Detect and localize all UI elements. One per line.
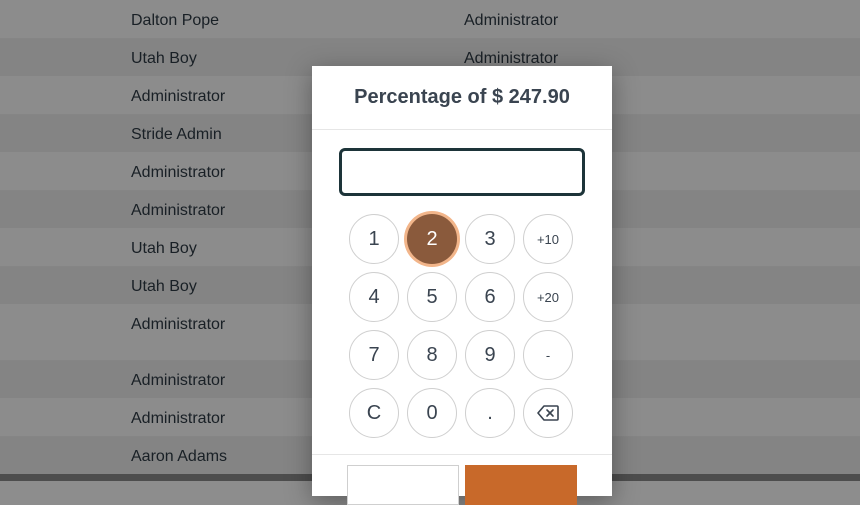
key-clear[interactable]: C (349, 388, 399, 438)
backspace-icon (537, 405, 559, 421)
dialog-title: Percentage of $ 247.90 (354, 86, 570, 108)
key-1[interactable]: 1 (349, 214, 399, 264)
key-minus[interactable]: - (523, 330, 573, 380)
key-decimal[interactable]: . (465, 388, 515, 438)
percentage-input[interactable] (339, 148, 585, 196)
confirm-button[interactable] (465, 465, 577, 505)
cancel-button[interactable] (347, 465, 459, 505)
key-8[interactable]: 8 (407, 330, 457, 380)
key-plus-10[interactable]: +10 (523, 214, 573, 264)
key-3[interactable]: 3 (465, 214, 515, 264)
footer-divider (312, 454, 612, 455)
key-0[interactable]: 0 (407, 388, 457, 438)
key-5[interactable]: 5 (407, 272, 457, 322)
percentage-dialog: Percentage of $ 247.90 1 2 3 +10 4 5 6 +… (312, 66, 612, 505)
key-4[interactable]: 4 (349, 272, 399, 322)
key-backspace[interactable] (523, 388, 573, 438)
key-7[interactable]: 7 (349, 330, 399, 380)
key-plus-20[interactable]: +20 (523, 272, 573, 322)
key-6[interactable]: 6 (465, 272, 515, 322)
key-2[interactable]: 2 (407, 214, 457, 264)
dialog-header: Percentage of $ 247.90 (312, 66, 612, 130)
key-9[interactable]: 9 (465, 330, 515, 380)
